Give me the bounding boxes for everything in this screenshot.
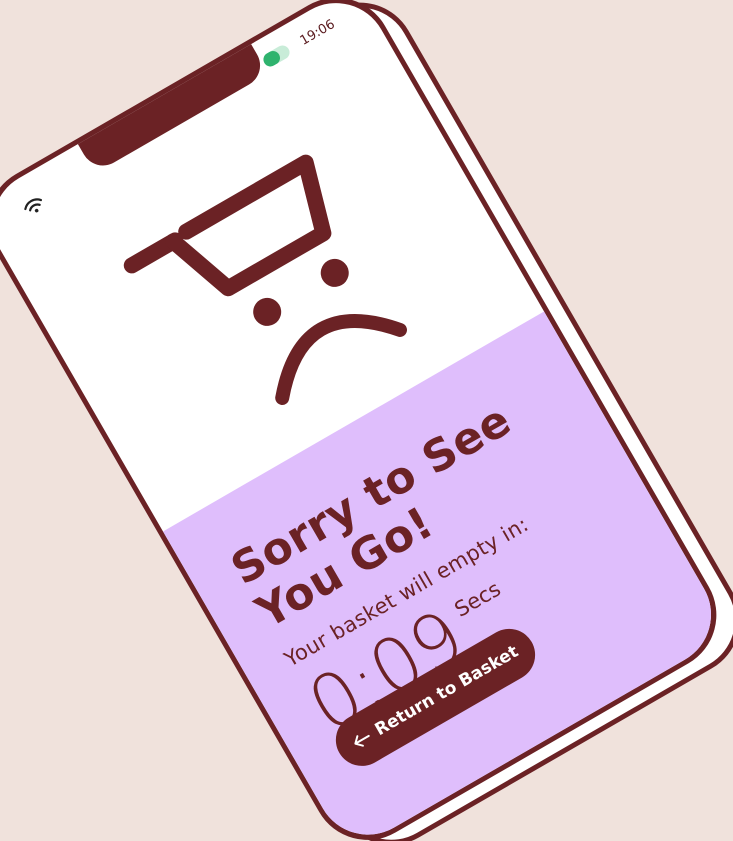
battery-level [260,48,283,70]
status-time: 19:06 [297,16,338,49]
wifi-icon [24,198,43,213]
countdown-unit: Secs [450,576,505,622]
stage: 19:06 Sorry to See You Go! Your basket w… [0,0,733,841]
arrow-left-icon [354,734,370,747]
battery-icon [260,42,293,70]
